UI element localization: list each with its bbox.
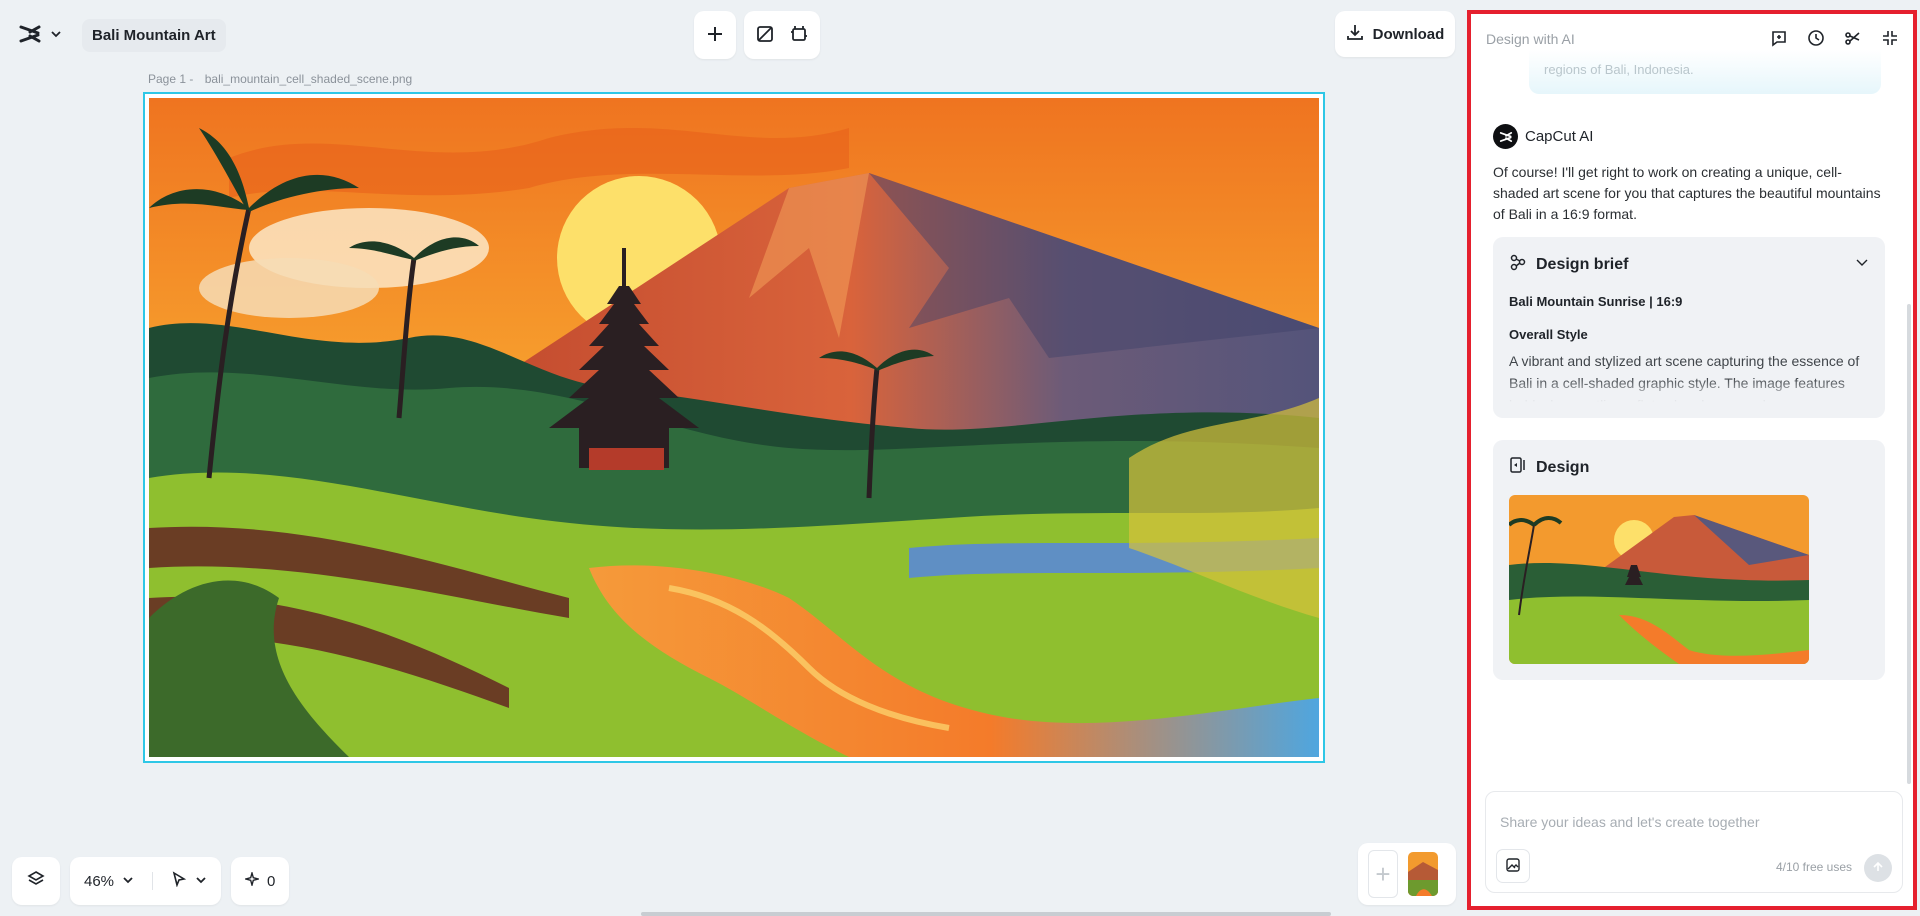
download-label: Download — [1372, 25, 1445, 43]
divider — [152, 872, 154, 890]
ai-name: CapCut AI — [1525, 128, 1594, 145]
brief-body-text: A vibrant and stylized art scene capturi… — [1509, 353, 1860, 402]
download-icon — [1346, 23, 1364, 45]
brief-title: Design brief — [1536, 255, 1629, 273]
chat-composer: 4/10 free uses — [1485, 791, 1903, 893]
design-brief-card[interactable]: Design brief Bali Mountain Sunrise | 16:… — [1493, 237, 1885, 418]
collapse-panel-button[interactable] — [1881, 29, 1899, 50]
prompt-input[interactable] — [1486, 792, 1902, 838]
background-icon — [756, 25, 774, 46]
panel-title: Design with AI — [1486, 31, 1575, 47]
chevron-down-icon — [195, 873, 207, 890]
zoom-value: 46% — [84, 872, 115, 890]
chevron-down-icon — [122, 873, 134, 890]
ai-message: Of course! I'll get right to work on cre… — [1493, 164, 1881, 222]
design-with-ai-panel: Design with AI regions of Bali, Indonesi… — [1467, 10, 1917, 910]
attach-image-button[interactable] — [1496, 849, 1530, 883]
design-title: Design — [1536, 458, 1590, 476]
ai-credits-count: 0 — [267, 872, 276, 890]
image-upload-icon — [1505, 857, 1521, 876]
ai-credits-button[interactable]: 0 — [231, 857, 290, 905]
brief-section-heading: Overall Style — [1509, 327, 1588, 342]
panel-scrollbar[interactable] — [1907, 304, 1911, 784]
design-icon — [1509, 456, 1527, 479]
ai-sender: CapCut AI — [1493, 124, 1885, 149]
center-toolbar — [694, 11, 820, 59]
add-page-button[interactable]: + — [1368, 850, 1398, 898]
zoom-dropdown[interactable]: 46% — [70, 857, 222, 905]
arrow-up-icon — [1872, 861, 1884, 876]
chevron-down-icon — [50, 28, 62, 43]
brief-nodes-icon — [1509, 253, 1527, 276]
user-message-bubble: regions of Bali, Indonesia. — [1529, 50, 1881, 94]
new-chat-button[interactable] — [1770, 29, 1788, 50]
chevron-down-icon[interactable] — [1855, 255, 1869, 274]
design-result-card: Design — [1493, 440, 1885, 680]
layers-icon — [27, 870, 45, 892]
horizontal-scrollbar[interactable] — [641, 912, 1331, 916]
brief-subtitle: Bali Mountain Sunrise | 16:9 — [1509, 294, 1683, 309]
chat-thread: CapCut AI Of course! I'll get right to w… — [1493, 124, 1885, 680]
history-button[interactable] — [1807, 29, 1825, 50]
add-tool-card — [694, 11, 736, 59]
app-menu-button[interactable] — [12, 16, 68, 54]
send-button[interactable] — [1864, 854, 1892, 882]
canvas-selection[interactable] — [143, 92, 1325, 763]
capcut-logo-icon — [18, 24, 42, 47]
resize-icon — [790, 25, 808, 46]
canvas-tools-card — [744, 11, 820, 59]
plus-icon — [706, 26, 724, 46]
design-thumbnail[interactable] — [1509, 495, 1809, 664]
page-label: Page 1 - bali_mountain_cell_shaded_scene… — [148, 72, 412, 86]
capcut-avatar-icon — [1493, 124, 1518, 149]
sparkle-icon — [243, 870, 261, 890]
add-button[interactable] — [706, 25, 724, 46]
background-button[interactable] — [756, 25, 774, 46]
layers-button[interactable] — [12, 857, 60, 905]
page-thumbnail[interactable] — [1408, 852, 1438, 896]
share-icon — [1844, 29, 1862, 47]
new-chat-icon — [1770, 29, 1788, 47]
free-uses-counter: 4/10 free uses — [1775, 860, 1852, 874]
history-icon — [1807, 29, 1825, 47]
pointer-icon — [171, 871, 187, 891]
bali-artwork-image[interactable] — [149, 98, 1319, 757]
file-name: bali_mountain_cell_shaded_scene.png — [204, 72, 413, 86]
download-button[interactable]: Download — [1335, 11, 1455, 57]
resize-button[interactable] — [790, 25, 808, 46]
page-number: Page 1 - — [148, 72, 194, 86]
project-title[interactable]: Bali Mountain Art — [82, 18, 226, 52]
top-left-bar: Bali Mountain Art — [12, 16, 226, 54]
share-button[interactable] — [1844, 29, 1862, 50]
plus-icon: + — [1375, 858, 1391, 889]
page-thumbnails: + — [1358, 843, 1456, 905]
bottom-toolbar: 46% 0 — [12, 857, 290, 905]
collapse-icon — [1881, 29, 1899, 47]
